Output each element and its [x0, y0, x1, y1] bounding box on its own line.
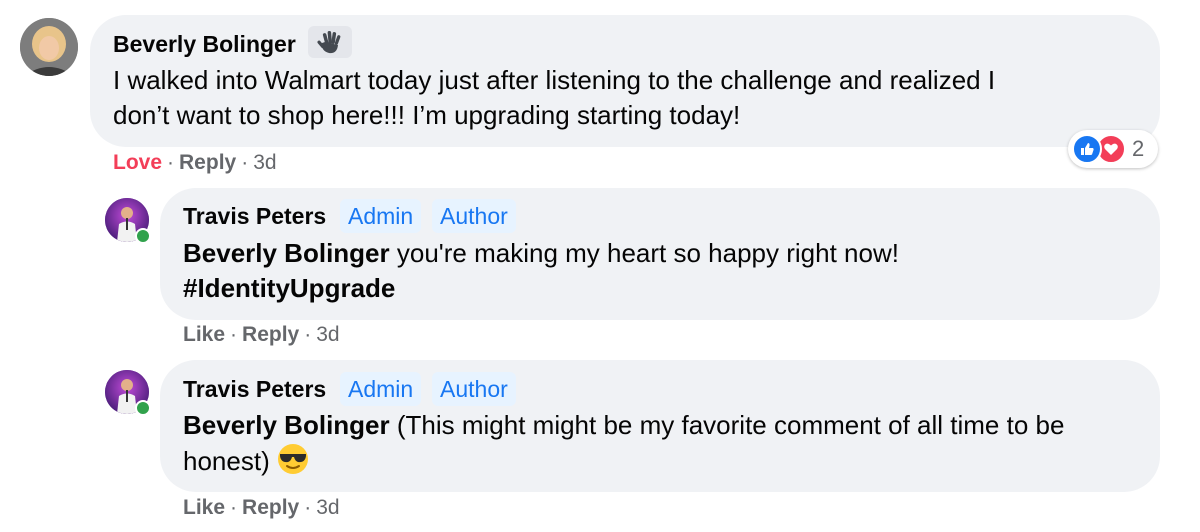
reply-author-name[interactable]: Travis Peters: [183, 375, 326, 403]
reply-link[interactable]: Reply: [242, 323, 299, 346]
like-reaction-icon: [1072, 134, 1102, 164]
admin-badge: Admin: [340, 372, 422, 406]
author-badge: Author: [432, 199, 516, 233]
comment-text-line2: don’t want to shop here!!! I’m upgrading…: [113, 100, 741, 130]
reply-actions: Like · Reply · 3d: [183, 322, 340, 348]
reply-text-rest: (This might might be my favorite comment…: [389, 410, 1065, 440]
separator: ·: [304, 496, 312, 519]
reply-text-end: honest): [183, 446, 270, 476]
comment-text-line1: I walked into Walmart today just after l…: [113, 65, 996, 95]
separator: ·: [167, 151, 175, 174]
reply-text-line1: Beverly Bolinger (This might might be my…: [183, 408, 1064, 443]
reply-text-rest: you're making my heart so happy right no…: [389, 238, 899, 268]
waving-hand-icon[interactable]: [308, 26, 352, 58]
reaction-count: 2: [1132, 136, 1145, 161]
love-reaction-link[interactable]: Love: [113, 151, 162, 174]
reactions-summary[interactable]: 2: [1068, 130, 1158, 168]
online-status-indicator: [135, 400, 151, 416]
mention-link[interactable]: Beverly Bolinger: [183, 238, 390, 268]
separator: ·: [230, 323, 238, 346]
reply-link[interactable]: Reply: [179, 151, 236, 174]
online-status-indicator: [135, 228, 151, 244]
hashtag-link[interactable]: #IdentityUpgrade: [183, 271, 395, 306]
reply-actions: Like · Reply · 3d: [183, 495, 340, 521]
author-badge: Author: [432, 372, 516, 406]
avatar-beverly[interactable]: [20, 18, 78, 76]
like-link[interactable]: Like: [183, 323, 225, 346]
reply-link[interactable]: Reply: [242, 496, 299, 519]
mention-link[interactable]: Beverly Bolinger: [183, 410, 390, 440]
like-link[interactable]: Like: [183, 496, 225, 519]
timestamp[interactable]: 3d: [316, 323, 339, 346]
separator: ·: [230, 496, 238, 519]
timestamp[interactable]: 3d: [316, 496, 339, 519]
reply-text-line1: Beverly Bolinger you're making my heart …: [183, 236, 899, 271]
separator: ·: [304, 323, 312, 346]
reply-author-name[interactable]: Travis Peters: [183, 202, 326, 230]
sunglasses-emoji-icon: [277, 443, 309, 475]
admin-badge: Admin: [340, 199, 422, 233]
timestamp[interactable]: 3d: [253, 151, 276, 174]
comment-actions: Love · Reply · 3d: [113, 150, 277, 176]
separator: ·: [241, 151, 249, 174]
comment-author-name[interactable]: Beverly Bolinger: [113, 30, 296, 58]
reply-text-line2: honest): [183, 443, 309, 479]
